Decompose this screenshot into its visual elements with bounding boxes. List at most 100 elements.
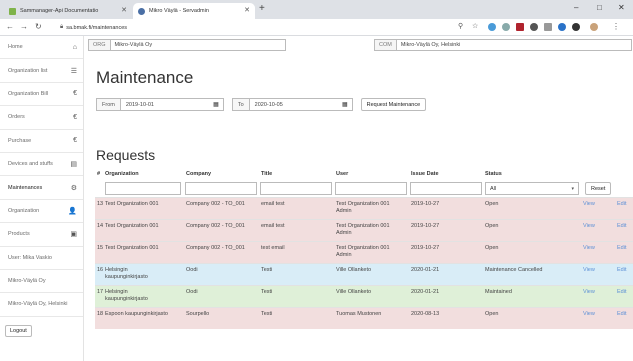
view-link[interactable]: View <box>583 245 595 252</box>
sidebar-item-label: Maintenances <box>8 184 43 191</box>
close-tab-icon[interactable]: ✕ <box>121 6 127 14</box>
minimize-icon[interactable]: – <box>574 3 578 12</box>
com-select[interactable]: Mikro-Väylä Oy, Helsinki <box>395 38 632 51</box>
extension-icon[interactable] <box>516 23 524 31</box>
row-user: Test Organization 001 Admin <box>336 201 390 214</box>
edit-link[interactable]: Edit <box>617 201 626 208</box>
sidebar-item-label: Organization <box>8 207 40 214</box>
reload-icon[interactable]: ↻ <box>35 22 42 31</box>
edit-link[interactable]: Edit <box>617 245 626 252</box>
chevron-down-icon: ▾ <box>571 185 574 192</box>
view-link[interactable]: View <box>583 289 595 296</box>
browser-tab-bar: Sammanager-Api Documentatio ✕ Mikro Väyl… <box>0 0 633 19</box>
reset-button[interactable]: Reset <box>585 182 612 195</box>
to-date-input[interactable]: 2020-10-05 ▦ <box>248 98 353 111</box>
company-filter-input[interactable] <box>185 182 257 195</box>
row-company: Sourpello <box>186 311 210 317</box>
extension-icon[interactable] <box>530 23 538 31</box>
tab-favicon-icon <box>9 7 16 15</box>
header-organization: Organization <box>105 171 139 177</box>
row-title: email test <box>261 223 285 229</box>
sidebar-item-maintenances[interactable]: Maintenances ⚙ <box>0 176 83 200</box>
com-selector[interactable]: COM Mikro-Väylä Oy, Helsinki <box>374 38 632 51</box>
menu-icon[interactable]: ⋮ <box>612 22 620 31</box>
row-company: Oodi <box>186 267 198 273</box>
organization-filter-input[interactable] <box>105 182 181 195</box>
sidebar-item-organization[interactable]: Organization 👤 <box>0 200 83 224</box>
requests-table: # Organization Company Title User Issue … <box>95 168 633 329</box>
zoom-icon[interactable]: ⚲ <box>458 22 463 30</box>
from-label: From <box>96 98 120 111</box>
extension-icon[interactable] <box>558 23 566 31</box>
table-row: 16 Helsingin kaupunginkirjasto Oodi Testi Vi… <box>95 263 633 285</box>
view-link[interactable]: View <box>583 223 595 230</box>
list-icon: ☰ <box>70 67 77 75</box>
row-id: 16 <box>97 267 104 273</box>
sidebar-item-home[interactable]: Home ⌂ <box>0 36 83 60</box>
sidebar-item-label: Devices and stuffs <box>8 161 53 168</box>
euro-icon: € <box>73 90 77 98</box>
request-maintenance-button[interactable]: Request Maintenance <box>360 98 427 111</box>
close-tab-icon[interactable]: ✕ <box>244 6 250 14</box>
sidebar-item-label: Orders <box>8 114 25 121</box>
extension-icon[interactable] <box>488 23 496 31</box>
view-link[interactable]: View <box>583 311 595 318</box>
sidebar-item-products[interactable]: Products ▣ <box>0 223 83 247</box>
calendar-icon[interactable]: ▦ <box>213 101 219 108</box>
org-label: ORG <box>88 38 110 51</box>
sidebar-item-label: Mikro-Väylä Oy <box>8 278 46 285</box>
sidebar-item-devices[interactable]: Devices and stuffs ▤ <box>0 153 83 177</box>
row-status: Open <box>485 245 499 251</box>
user-filter-input[interactable] <box>335 182 407 195</box>
extension-icon[interactable] <box>544 23 552 31</box>
sidebar-user-info: User: Mika Vaskio <box>0 247 83 270</box>
row-company: Oodi <box>186 289 198 295</box>
address-bar[interactable]: 🔒︎ sa.bmak.fi/maintenances <box>60 22 440 33</box>
browser-toolbar: ← → ↻ 🔒︎ sa.bmak.fi/maintenances ⚲ ☆ ⋮ <box>0 19 633 36</box>
close-window-icon[interactable]: ✕ <box>618 3 625 12</box>
edit-link[interactable]: Edit <box>617 311 626 318</box>
edit-link[interactable]: Edit <box>617 267 626 274</box>
browser-tab-servadmin[interactable]: Mikro Väylä - Servadmin ✕ <box>133 3 255 19</box>
header-hash: # <box>97 171 101 177</box>
title-filter-input[interactable] <box>260 182 332 195</box>
new-tab-icon[interactable]: + <box>259 3 265 14</box>
view-link[interactable]: View <box>583 267 595 274</box>
lock-icon: 🔒︎ <box>60 24 64 30</box>
header-user: User <box>336 171 349 177</box>
to-date-value: 2020-10-05 <box>254 101 283 108</box>
edit-link[interactable]: Edit <box>617 289 626 296</box>
star-icon[interactable]: ☆ <box>472 22 478 30</box>
from-date-input[interactable]: 2019-10-01 ▦ <box>119 98 224 111</box>
to-label: To <box>231 98 249 111</box>
row-user: Ville Ollanketo <box>336 289 372 295</box>
date-filter-input[interactable] <box>410 182 482 195</box>
logout-button[interactable]: Logout <box>5 324 32 337</box>
sidebar-item-organization-bill[interactable]: Organization Bill € <box>0 83 83 107</box>
forward-icon[interactable]: → <box>20 22 28 31</box>
edit-link[interactable]: Edit <box>617 223 626 230</box>
maximize-icon[interactable]: □ <box>597 3 602 12</box>
table-header: # Organization Company Title User Issue … <box>95 168 633 180</box>
org-select[interactable]: Mikro-Väylä Oy <box>109 38 286 51</box>
view-link[interactable]: View <box>583 201 595 208</box>
calendar-icon[interactable]: ▦ <box>342 101 348 108</box>
row-organization: Test Organization 001 <box>105 223 159 229</box>
status-filter-select[interactable]: All ▾ <box>485 182 579 195</box>
sidebar-item-orders[interactable]: Orders € <box>0 106 83 130</box>
header-title: Title <box>261 171 273 177</box>
sidebar-item-organization-list[interactable]: Organization list ☰ <box>0 59 83 83</box>
puzzle-icon[interactable] <box>572 23 580 31</box>
table-row: 18 Espoon kaupunginkirjasto Sourpello Testi… <box>95 307 633 329</box>
row-organization: Espoon kaupunginkirjasto <box>105 311 168 317</box>
org-selector[interactable]: ORG Mikro-Väylä Oy <box>88 38 286 51</box>
row-user: Test Organization 001 Admin <box>336 223 390 236</box>
row-title: test email <box>261 245 285 251</box>
back-icon[interactable]: ← <box>6 22 14 31</box>
browser-tab-docs[interactable]: Sammanager-Api Documentatio ✕ <box>4 3 132 19</box>
sidebar-item-purchase[interactable]: Purchase € <box>0 130 83 153</box>
row-id: 14 <box>97 223 104 229</box>
extension-icon[interactable] <box>502 23 510 31</box>
sidebar-item-label: Home <box>8 44 23 51</box>
avatar[interactable] <box>590 23 598 31</box>
